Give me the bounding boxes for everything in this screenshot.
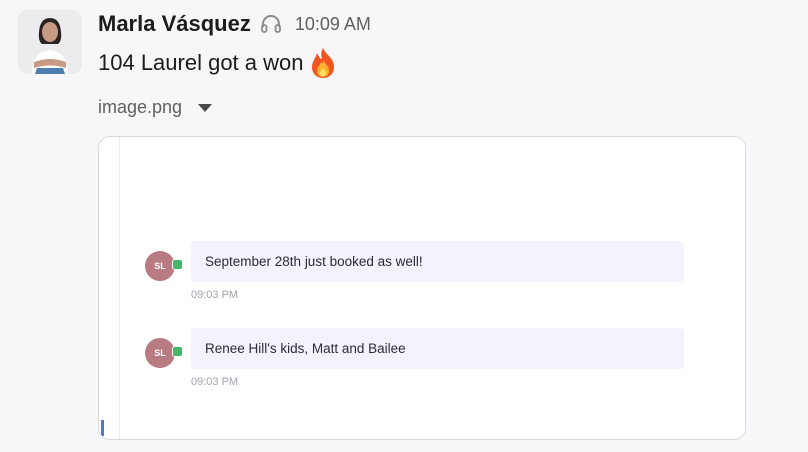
message-timestamp[interactable]: 10:09 AM: [295, 14, 371, 35]
preview-avatar: SL: [145, 251, 175, 281]
headphones-icon[interactable]: [259, 11, 285, 37]
preview-message-bubble: September 28th just booked as well!: [191, 241, 684, 282]
preview-avatar: SL: [145, 338, 175, 368]
preview-message-time: 09:03 PM: [191, 289, 239, 301]
caret-down-icon[interactable]: [198, 103, 213, 112]
preview-divider: [119, 137, 120, 439]
preview-message-time: 09:03 PM: [191, 376, 239, 388]
sender-avatar[interactable]: [18, 10, 82, 74]
attachment-toggle[interactable]: image.png: [98, 97, 213, 118]
preview-accent-bar: [101, 420, 104, 436]
sender-name[interactable]: Marla Vásquez: [98, 11, 251, 37]
message-text: 104 Laurel got a won: [98, 50, 304, 75]
image-preview[interactable]: SL September 28th just booked as well! 0…: [98, 136, 746, 440]
fire-emoji-icon: [306, 46, 340, 80]
message-header: Marla Vásquez 10:09 AM: [98, 8, 371, 40]
person-avatar-icon: [18, 10, 82, 74]
message-body: 104 Laurel got a won: [98, 46, 340, 80]
attachment-file-name[interactable]: image.png: [98, 97, 182, 118]
preview-message-bubble: Renee Hill's kids, Matt and Bailee: [191, 328, 684, 369]
chat-badge-icon: [172, 259, 183, 270]
chat-badge-icon: [172, 346, 183, 357]
